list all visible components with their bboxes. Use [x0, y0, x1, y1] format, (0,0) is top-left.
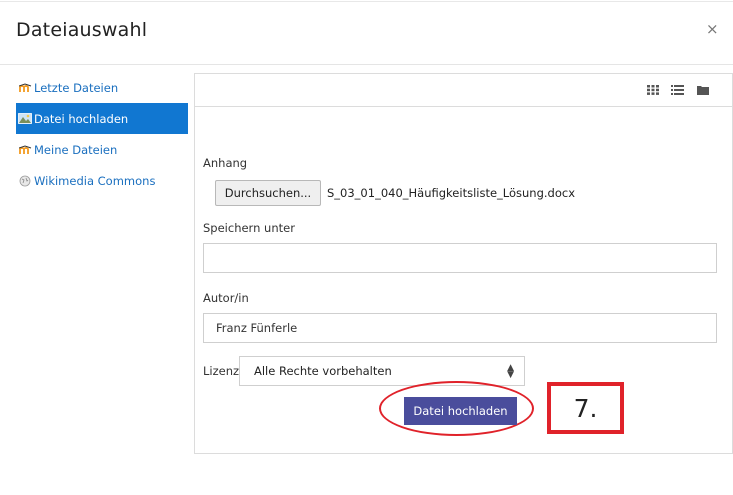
- save-as-label: Speichern unter: [203, 221, 295, 235]
- list-view-icon[interactable]: [668, 81, 686, 99]
- grid-view-icon[interactable]: [644, 81, 662, 99]
- folder-view-icon[interactable]: [694, 81, 712, 99]
- attachment-label: Anhang: [203, 156, 248, 170]
- author-input[interactable]: Franz Fünferle: [203, 313, 717, 343]
- close-icon[interactable]: ×: [706, 20, 719, 38]
- dialog-title: Dateiauswahl: [16, 19, 148, 41]
- moodle-icon: [18, 81, 32, 95]
- sidebar-item-label: Meine Dateien: [34, 142, 118, 157]
- license-value: Alle Rechte vorbehalten: [254, 364, 392, 378]
- repository-sidebar: Letzte Dateien Datei hochladen Meine Dat…: [16, 72, 188, 196]
- step-number-box: 7.: [547, 382, 624, 434]
- browse-button[interactable]: Durchsuchen...: [215, 180, 321, 206]
- author-label: Autor/in: [203, 291, 249, 305]
- select-arrows-icon: ▲ ▼: [507, 363, 514, 380]
- sidebar-item-upload-file[interactable]: Datei hochladen: [16, 103, 188, 134]
- save-as-input[interactable]: [203, 243, 717, 273]
- upload-icon: [18, 112, 32, 126]
- sidebar-item-my-files[interactable]: Meine Dateien: [16, 134, 188, 165]
- sidebar-item-label: Letzte Dateien: [34, 80, 119, 95]
- view-toolbar: [195, 74, 732, 107]
- moodle-icon: [18, 143, 32, 157]
- sidebar-item-label: Wikimedia Commons: [34, 173, 156, 188]
- wikimedia-icon: [18, 174, 32, 188]
- header-divider: [0, 64, 733, 65]
- upload-file-button[interactable]: Datei hochladen: [404, 397, 517, 425]
- selected-filename: S_03_01_040_Häufigkeitsliste_Lösung.docx: [327, 186, 576, 200]
- sidebar-item-label: Datei hochladen: [34, 111, 129, 126]
- license-select[interactable]: Alle Rechte vorbehalten ▲ ▼: [239, 356, 525, 386]
- top-divider: [0, 1, 733, 2]
- license-label: Lizenz: [203, 364, 240, 378]
- sidebar-item-wikimedia[interactable]: Wikimedia Commons: [16, 165, 188, 196]
- sidebar-item-recent-files[interactable]: Letzte Dateien: [16, 72, 188, 103]
